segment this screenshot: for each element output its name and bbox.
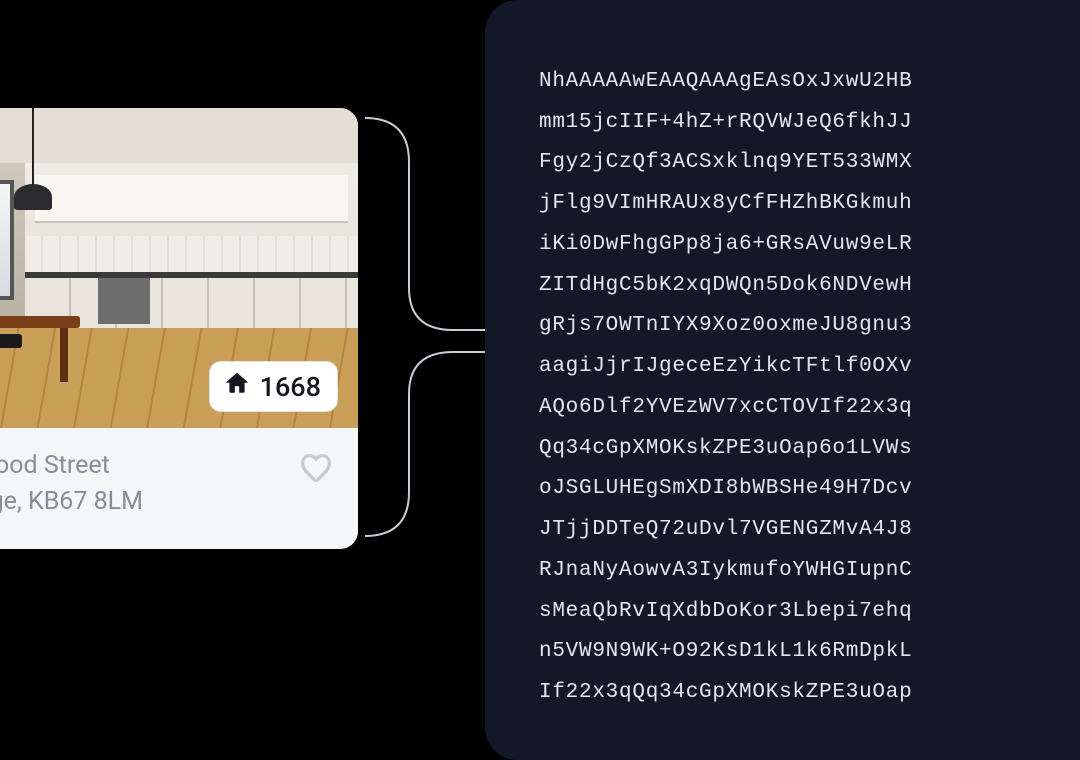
property-address: Elmwood Street sbridge, KB67 8LM — [0, 448, 143, 521]
property-photo: 1668 — [0, 108, 358, 428]
address-line-2: sbridge, KB67 8LM — [0, 484, 143, 520]
connector-lines — [355, 112, 495, 562]
favorite-button[interactable] — [298, 450, 334, 486]
house-icon — [224, 370, 250, 403]
address-line-1: Elmwood Street — [0, 448, 143, 484]
heart-icon — [298, 450, 334, 486]
encoded-data-block: NhAAAAAwEAAQAAAgEAsOxJxwU2HB mm15jcIIF+4… — [539, 62, 1053, 714]
listing-count-badge: 1668 — [209, 361, 338, 412]
property-card: 1668 Elmwood Street sbridge, KB67 8LM — [0, 108, 358, 549]
property-meta: Elmwood Street sbridge, KB67 8LM — [0, 428, 358, 549]
listing-count-value: 1668 — [260, 371, 321, 403]
code-panel: NhAAAAAwEAAQAAAgEAsOxJxwU2HB mm15jcIIF+4… — [485, 0, 1080, 760]
